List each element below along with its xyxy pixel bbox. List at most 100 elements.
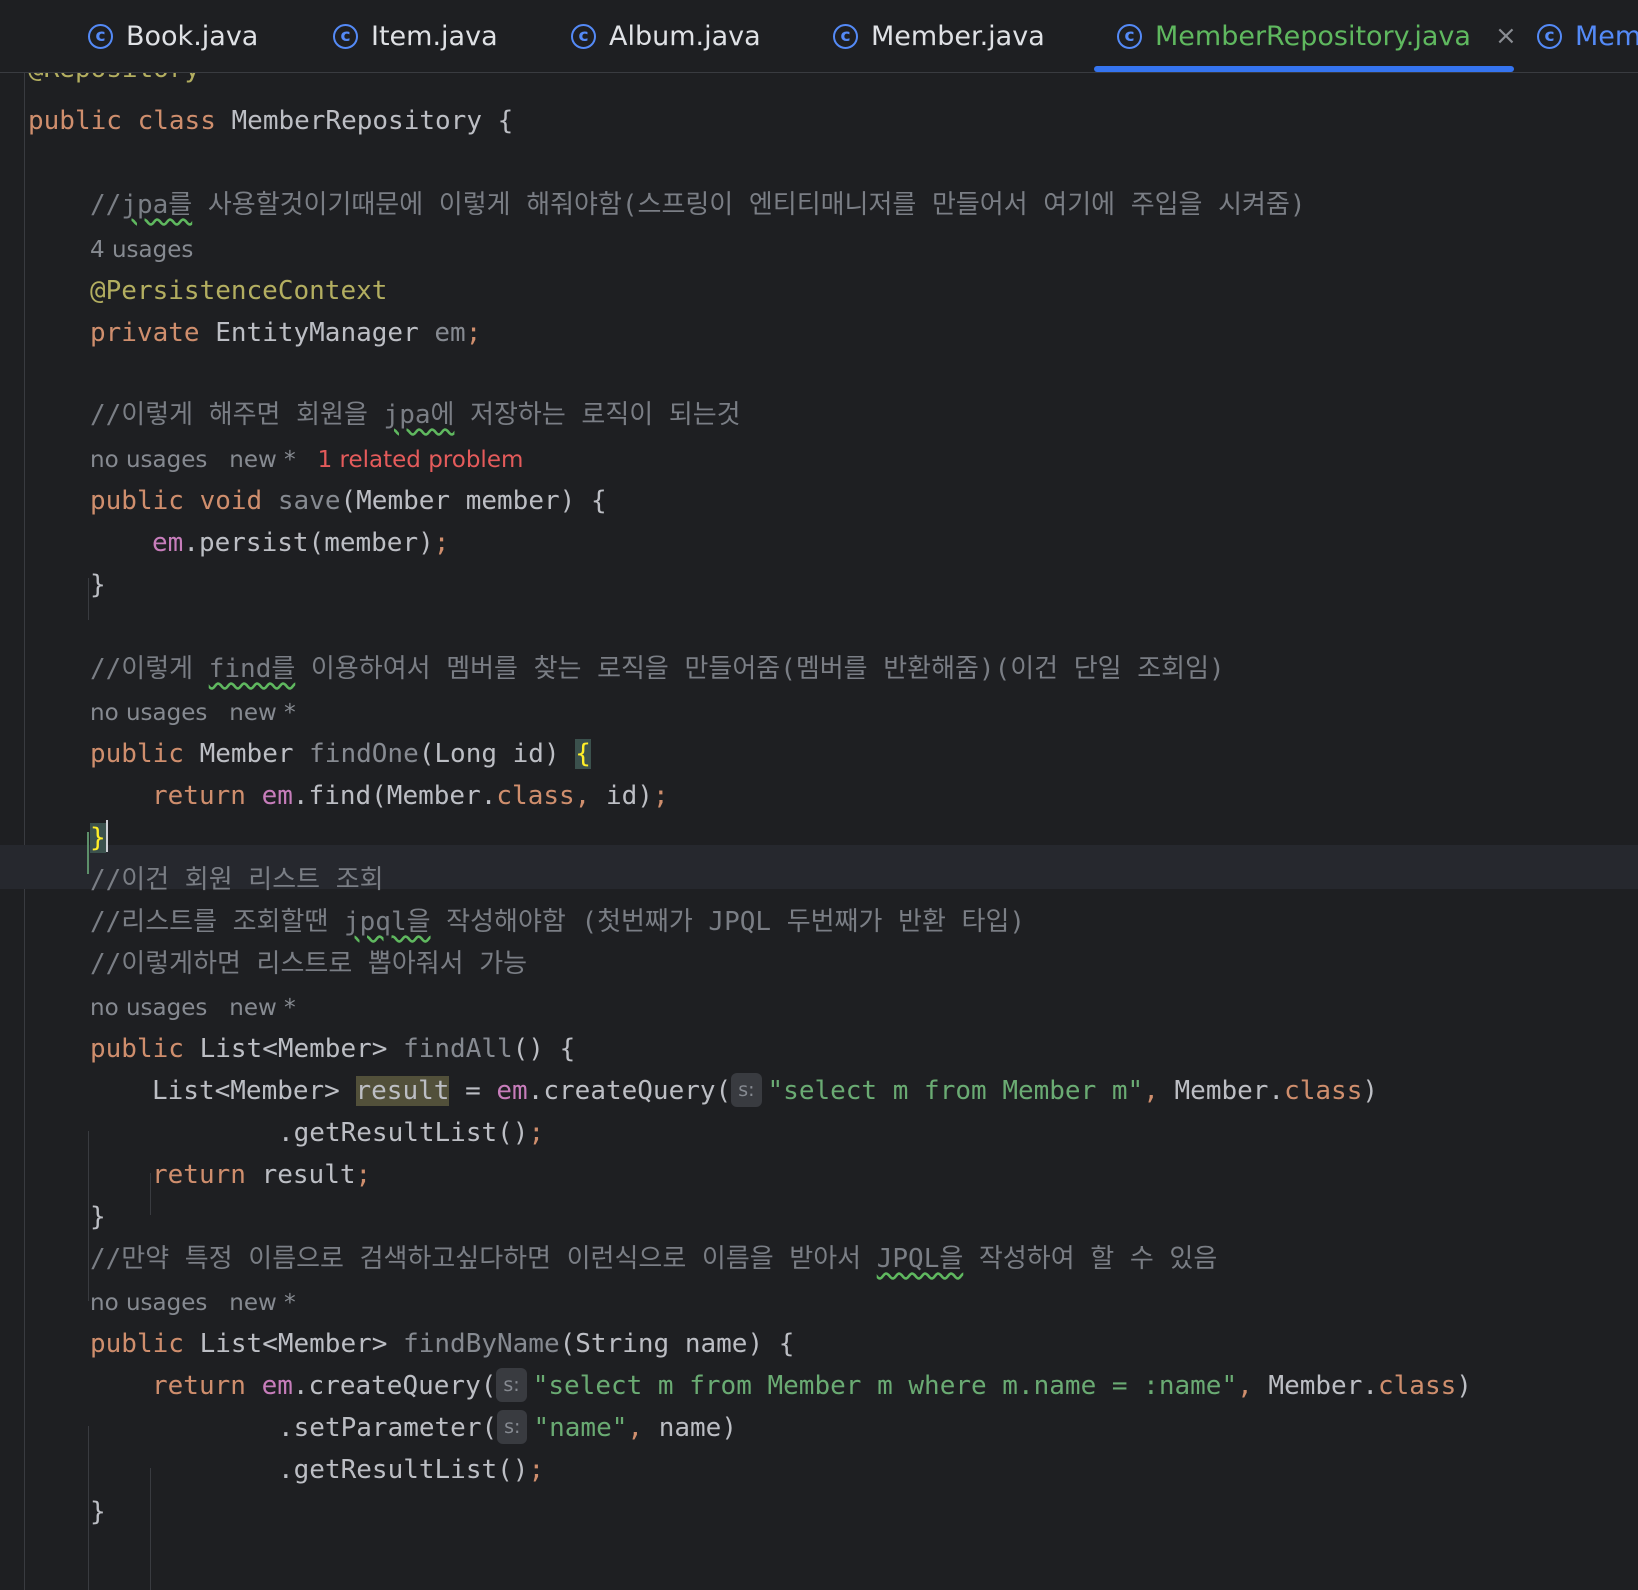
author-hint[interactable]: new * bbox=[229, 1290, 295, 1316]
tab-label: Mem bbox=[1575, 20, 1638, 52]
method-args: name) bbox=[643, 1413, 737, 1443]
code-comment-list-return: //이렇게하면 리스트로 뽑아줘서 가능 bbox=[90, 949, 528, 979]
semicolon: ; bbox=[433, 528, 450, 558]
code-line-class-declaration: public class MemberRepository { bbox=[28, 99, 513, 143]
findone-hints: no usages new * bbox=[90, 691, 296, 735]
usages-hint[interactable]: no usages bbox=[90, 1290, 207, 1316]
keyword: public bbox=[90, 739, 184, 769]
field-ref: em bbox=[496, 1076, 528, 1106]
code-comment-save: //이렇게 해주면 회원을 jpa에 저장하는 로직이 되는것 bbox=[90, 393, 741, 437]
keyword: void bbox=[199, 486, 263, 516]
active-tab-indicator bbox=[1094, 66, 1514, 72]
comment-text: 작성하여 할 수 있음 bbox=[963, 1244, 1218, 1274]
tab-book-java[interactable]: c Book.java bbox=[88, 0, 258, 72]
tab-label: Book.java bbox=[126, 20, 259, 52]
code-line-close-brace: } bbox=[90, 570, 106, 600]
findbyname-hints: no usages new * bbox=[90, 1281, 296, 1325]
string-literal: "name" bbox=[533, 1413, 628, 1443]
keyword: return bbox=[152, 1371, 246, 1401]
type-name: Member bbox=[199, 739, 294, 769]
method-call: .getResultList() bbox=[278, 1118, 529, 1148]
usages-hint[interactable]: 4 usages bbox=[90, 228, 193, 272]
code-line-annotation-repository: @Repository bbox=[28, 73, 200, 91]
keyword: class bbox=[137, 106, 216, 136]
usages-hint[interactable]: no usages bbox=[90, 447, 207, 473]
tab-mem-truncated[interactable]: c Mem bbox=[1537, 0, 1638, 72]
code-line-findall-signature: public List<Member> findAll() { bbox=[90, 1027, 575, 1071]
code-line-close-brace-caret: } bbox=[90, 816, 108, 860]
author-hint[interactable]: new * bbox=[229, 995, 295, 1021]
typo-underlined-word: JPQL을 bbox=[876, 1244, 964, 1274]
close-tab-icon[interactable]: × bbox=[1495, 21, 1517, 51]
author-hint[interactable]: new * bbox=[229, 700, 295, 726]
string-literal: "select m from Member m where m.name = :… bbox=[532, 1371, 1238, 1401]
code-line-close-brace: } bbox=[90, 1202, 106, 1232]
code-line-save-signature: public void save(Member member) { bbox=[90, 479, 607, 523]
code-line-return-result: return result; bbox=[152, 1153, 371, 1197]
code-comment-find: //이렇게 find를 이용하여서 멤버를 찾는 로직을 만들어줌(멤버를 반환… bbox=[90, 647, 1225, 691]
type-name: Member. bbox=[1268, 1371, 1378, 1401]
keyword: class bbox=[496, 781, 575, 811]
method-name: findAll bbox=[403, 1034, 513, 1064]
tab-label: Member.java bbox=[871, 20, 1045, 52]
tab-album-java[interactable]: c Album.java bbox=[571, 0, 761, 72]
tab-member-java[interactable]: c Member.java bbox=[833, 0, 1045, 72]
usages-hint[interactable]: no usages bbox=[90, 995, 207, 1021]
comment-text: //이렇게 bbox=[90, 654, 209, 684]
parameter-hint: s: bbox=[496, 1368, 527, 1402]
type-name: List<Member> bbox=[199, 1329, 388, 1359]
class-icon: c bbox=[88, 23, 113, 49]
code-line-findbyname-signature: public List<Member> findByName(String na… bbox=[90, 1322, 794, 1366]
parameter-hint: s: bbox=[731, 1073, 762, 1107]
type-name: List<Member> bbox=[199, 1034, 388, 1064]
indent-guide-active bbox=[87, 832, 89, 874]
tab-label: Item.java bbox=[371, 20, 498, 52]
indent-guide bbox=[88, 1131, 89, 1301]
comment-text: //이렇게 해주면 회원을 bbox=[90, 400, 384, 430]
local-variable: result bbox=[245, 1160, 356, 1190]
type-name: EntityManager bbox=[215, 318, 419, 348]
code-line-set-parameter: .setParameter(s: "name", name) bbox=[278, 1406, 737, 1450]
method-call: .getResultList() bbox=[278, 1455, 529, 1485]
code-line-get-result-list: .getResultList(); bbox=[278, 1111, 544, 1155]
class-icon: c bbox=[833, 23, 858, 49]
local-variable-highlighted: result bbox=[355, 1076, 450, 1106]
semicolon: ; bbox=[465, 318, 482, 348]
code-comment-jpa: //jpa를 사용할것이기때문에 이렇게 해줘야함(스프링이 엔티티매니저를 만… bbox=[90, 183, 1306, 227]
related-problem-link[interactable]: 1 related problem bbox=[318, 447, 524, 473]
tab-item-java[interactable]: c Item.java bbox=[333, 0, 498, 72]
code-line-return-find: return em.find(Member.class, id); bbox=[152, 774, 669, 818]
indent-guide bbox=[88, 1426, 89, 1590]
comment-text: //만약 특정 이름으로 검색하고싶다하면 이런식으로 이름을 받아서 bbox=[90, 1244, 877, 1274]
semicolon: ; bbox=[528, 1118, 545, 1148]
semicolon: ; bbox=[528, 1455, 545, 1485]
class-icon: c bbox=[333, 23, 358, 49]
keyword: public bbox=[90, 1329, 184, 1359]
paren: ) bbox=[1362, 1076, 1379, 1106]
keyword: return bbox=[152, 1160, 246, 1190]
operator: = bbox=[449, 1076, 497, 1106]
code-line-findone-signature: public Member findOne(Long id) { bbox=[90, 732, 591, 776]
method-call: .find(Member. bbox=[292, 781, 497, 811]
keyword: return bbox=[152, 781, 246, 811]
comment-text: //리스트를 조회할땐 bbox=[90, 907, 344, 937]
keyword: class bbox=[1284, 1076, 1363, 1106]
method-call: .setParameter( bbox=[278, 1413, 498, 1443]
code-editor[interactable]: @Repository public class MemberRepositor… bbox=[0, 73, 1638, 1590]
save-hints: no usages new * 1 related problem bbox=[90, 438, 523, 482]
code-line-close-brace: } bbox=[90, 1497, 106, 1527]
code-line-persist: em.persist(member); bbox=[152, 521, 449, 565]
matched-brace: { bbox=[575, 739, 591, 769]
keyword: public bbox=[90, 1034, 184, 1064]
author-hint[interactable]: new * bbox=[229, 447, 295, 473]
type-name: List<Member> bbox=[152, 1076, 356, 1106]
type-name: Member. bbox=[1174, 1076, 1285, 1106]
keyword: public bbox=[28, 106, 122, 136]
usages-hint[interactable]: no usages bbox=[90, 700, 207, 726]
method-params: (String name) { bbox=[559, 1329, 795, 1359]
findall-hints: no usages new * bbox=[90, 986, 296, 1030]
comma: , bbox=[627, 1413, 644, 1443]
method-call: .createQuery( bbox=[292, 1371, 497, 1401]
string-literal: "select m from Member m" bbox=[767, 1076, 1144, 1106]
tab-memberrepository-java[interactable]: c MemberRepository.java × bbox=[1117, 0, 1517, 72]
